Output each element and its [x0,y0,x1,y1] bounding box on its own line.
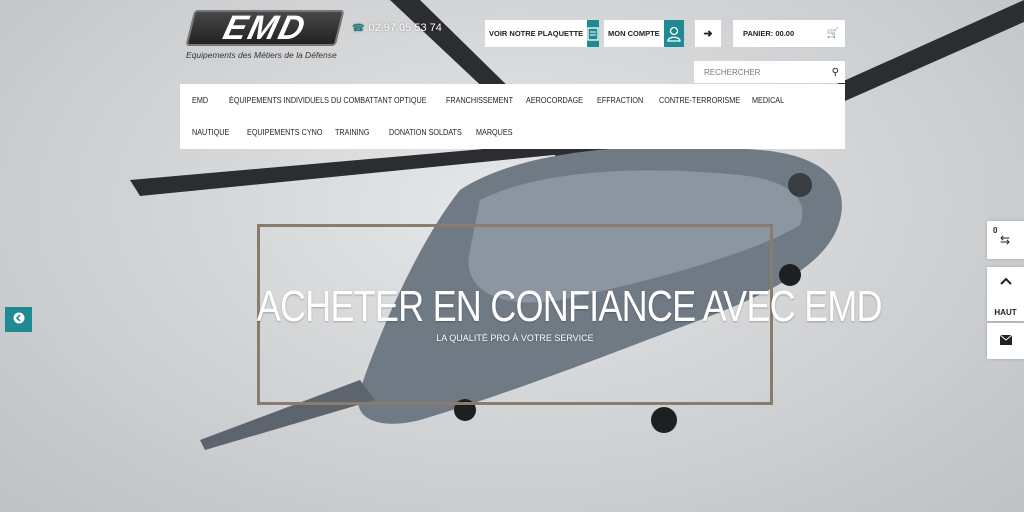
nav-item-nautique[interactable]: NAUTIQUE [192,127,229,137]
search-input[interactable] [702,66,821,78]
cart-button[interactable]: PANIER: 00.00 🛒 [733,20,845,47]
document-icon [587,20,600,47]
plaquette-button[interactable]: VOIR NOTRE PLAQUETTE [485,20,600,47]
logo-mark: EMD [185,9,345,47]
cart-label: PANIER: 00.00 [743,29,795,38]
compare-count: 0 [993,226,998,235]
retweet-icon: ⇆ [1000,233,1011,247]
phone-text: 02 97 05 53 74 [368,22,442,34]
plaquette-label: VOIR NOTRE PLAQUETTE [489,29,584,38]
user-icon [663,20,684,47]
chevron-up-icon [987,275,1024,289]
compare-widget[interactable]: 0 ⇆ [987,221,1024,259]
back-to-top-label: HAUT [994,308,1017,317]
search-box: ⚲ [694,61,845,83]
phone-number[interactable]: ☎ 02 97 05 53 74 [352,22,442,34]
logo[interactable]: EMD Equipements des Métiers de la Défens… [185,9,346,62]
hero-title: ACHETER EN CONFIANCE AVEC EMD [256,282,883,331]
phone-icon: ☎ [352,23,365,34]
sign-in-icon: ➜ [703,28,713,40]
nav-item-medical[interactable]: MEDICAL [752,95,784,105]
nav-item-equipements-combattant[interactable]: ÉQUIPEMENTS INDIVIDUELS DU COMBATTANT [229,95,392,105]
back-to-top-button[interactable]: HAUT [987,267,1024,321]
nav-item-optique[interactable]: OPTIQUE [394,95,427,105]
envelope-icon [999,334,1012,348]
cart-icon: 🛒 [826,28,839,39]
nav-item-contre-terrorisme[interactable]: CONTRE-TERRORISME [659,95,740,105]
hero-subtitle: LA QUALITÉ PRO À VOTRE SERVICE [436,333,594,343]
account-button[interactable]: MON COMPTE [604,20,684,47]
main-nav: EMD ÉQUIPEMENTS INDIVIDUELS DU COMBATTAN… [180,84,845,149]
nav-item-donation-soldats[interactable]: DONATION SOLDATS [389,127,462,137]
circle-arrow-left-icon [13,312,25,327]
nav-item-franchissement[interactable]: FRANCHISSEMENT [446,95,513,105]
nav-item-marques[interactable]: MARQUES [476,127,513,137]
account-label: MON COMPTE [608,29,660,38]
nav-item-equipements-cyno[interactable]: EQUIPEMENTS CYNO [247,127,322,137]
nav-item-emd[interactable]: EMD [192,95,208,105]
contact-button[interactable] [987,323,1024,359]
search-icon[interactable]: ⚲ [832,67,839,78]
nav-item-effraction[interactable]: EFFRACTION [597,95,643,105]
logo-tagline: Equipements des Métiers de la Défense [186,50,337,60]
login-button[interactable]: ➜ [695,20,721,47]
nav-item-training[interactable]: TRAINING [335,127,370,137]
slider-prev-button[interactable] [5,307,32,332]
nav-item-aerocordage[interactable]: AEROCORDAGE [526,95,583,105]
